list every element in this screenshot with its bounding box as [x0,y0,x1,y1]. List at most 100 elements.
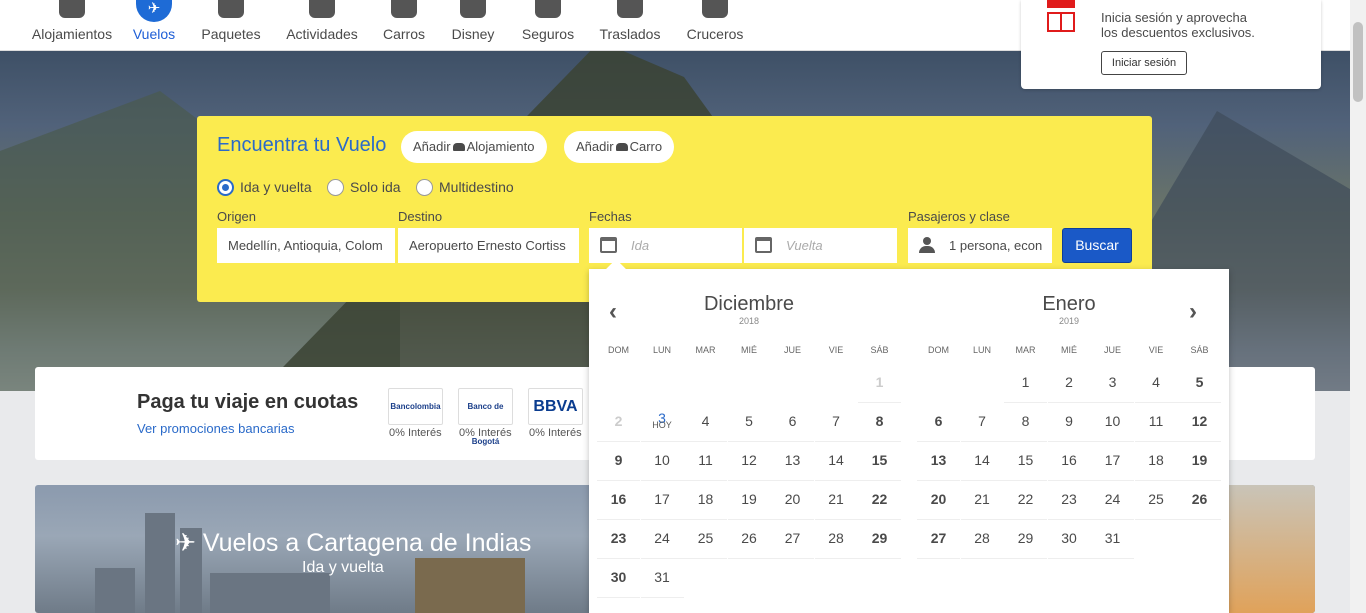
calendar-day[interactable]: 23 [1047,481,1091,520]
calendar-day[interactable]: 7 [960,403,1004,442]
search-button[interactable]: Buscar [1062,228,1132,263]
calendar-day[interactable]: 26 [1178,481,1221,520]
calendar-day[interactable]: 27 [917,520,960,559]
calendar-day[interactable]: 25 [684,520,727,559]
calendar-day[interactable]: 20 [917,481,960,520]
calendar-day[interactable]: 12 [727,442,771,481]
nav-item-alojamientos[interactable]: Alojamientos [30,0,114,51]
calendar-day[interactable]: 29 [858,520,901,559]
calendar-day[interactable]: 2 [1047,364,1091,403]
scrollbar-thumb[interactable] [1353,22,1363,102]
calendar-day[interactable]: 10 [1091,403,1134,442]
day-number: 23 [610,530,627,546]
calendar-day[interactable]: 8 [858,403,901,442]
bank-logo-bbva: BBVA [528,388,583,425]
calendar-day[interactable]: 27 [771,520,814,559]
calendar-day[interactable]: 13 [917,442,960,481]
day-number: 29 [871,530,888,546]
passengers-input[interactable]: 1 persona, econ [908,228,1052,263]
calendar-day[interactable]: 2 [597,403,640,442]
calendar-day[interactable]: 15 [1004,442,1047,481]
calendar-day[interactable]: 9 [597,442,640,481]
calendar-day[interactable]: 1 [858,364,901,403]
day-number: 16 [610,491,627,507]
calendar-day[interactable]: 17 [640,481,684,520]
calendar-day[interactable]: 20 [771,481,814,520]
calendar-day[interactable]: 19 [727,481,771,520]
weekday-header: MAR [1015,345,1036,355]
calendar-day[interactable]: 21 [814,481,858,520]
calendar-day[interactable]: 29 [1004,520,1047,559]
calendar-day[interactable]: 3 HOY [640,403,684,442]
calendar-day[interactable]: 24 [1091,481,1134,520]
calendar-day[interactable]: 10 [640,442,684,481]
calendar-day[interactable]: 25 [1134,481,1178,520]
add-car-button[interactable]: Añadir Carro [564,131,675,163]
calendar-day[interactable]: 1 [1004,364,1047,403]
calendar-day[interactable]: 24 [640,520,684,559]
calendar-day[interactable]: 21 [960,481,1004,520]
suitcase-icon [218,0,244,18]
login-promo-line1: Inicia sesión y aprovecha [1101,10,1247,25]
destination-input[interactable]: Aeropuerto Ernesto Cortiss [398,228,579,263]
calendar-day[interactable]: 12 [1178,403,1221,442]
depart-date-input[interactable]: Ida [589,228,742,263]
nav-item-seguros[interactable]: Seguros [521,0,575,51]
calendar-day[interactable]: 15 [858,442,901,481]
bank-promotions-link[interactable]: Ver promociones bancarias [137,421,295,436]
calendar-day[interactable]: 4 [1134,364,1178,403]
origin-input[interactable]: Medellín, Antioquia, Colom [217,228,395,263]
trip-type-roundtrip[interactable]: Ida y vuelta [217,178,312,196]
calendar-day[interactable]: 31 [1091,520,1134,559]
bell-hotel-icon [59,0,85,18]
nav-item-carros[interactable]: Carros [382,0,426,51]
calendar-day[interactable]: 13 [771,442,814,481]
trip-type-multidestination[interactable]: Multidestino [416,178,514,196]
day-number: 28 [828,530,844,546]
nav-item-traslados[interactable]: Traslados [599,0,661,51]
gift-icon [1047,0,1075,36]
calendar-day[interactable]: 11 [684,442,727,481]
calendar-day[interactable]: 5 [1178,364,1221,403]
calendar-day[interactable]: 11 [1134,403,1178,442]
login-button[interactable]: Iniciar sesión [1101,51,1187,75]
nav-item-cruceros[interactable]: Cruceros [686,0,744,51]
calendar-day[interactable]: 30 [1047,520,1091,559]
calendar-day[interactable]: 8 [1004,403,1047,442]
calendar-day[interactable]: 23 [597,520,640,559]
trip-type-oneway[interactable]: Solo ida [327,178,401,196]
add-hotel-prefix: Añadir [413,139,451,154]
nav-item-disney[interactable]: Disney [451,0,495,51]
month-name: Diciembre [703,293,795,315]
calendar-day[interactable]: 18 [1134,442,1178,481]
calendar-day[interactable]: 28 [960,520,1004,559]
calendar-day[interactable]: 3 [1091,364,1134,403]
nav-item-actividades[interactable]: Actividades [285,0,359,51]
calendar-day[interactable]: 26 [727,520,771,559]
ticket-icon [309,0,335,18]
calendar-day[interactable]: 17 [1091,442,1134,481]
nav-item-paquetes[interactable]: Paquetes [200,0,262,51]
calendar-day[interactable]: 6 [917,403,960,442]
today-label: HOY [652,420,672,430]
calendar-day[interactable]: 14 [814,442,858,481]
calendar-day[interactable]: 18 [684,481,727,520]
calendar-day[interactable]: 22 [858,481,901,520]
calendar-day[interactable]: 14 [960,442,1004,481]
page-scrollbar[interactable] [1350,0,1366,613]
nav-item-vuelos[interactable]: ✈ Vuelos [131,0,177,51]
add-hotel-button[interactable]: Añadir Alojamiento [401,131,547,163]
calendar-day[interactable]: 28 [814,520,858,559]
calendar-day[interactable]: 19 [1178,442,1221,481]
calendar-day[interactable]: 7 [814,403,858,442]
calendar-day[interactable]: 5 [727,403,771,442]
return-date-input[interactable]: Vuelta [744,228,897,263]
calendar-day[interactable]: 9 [1047,403,1091,442]
calendar-day[interactable]: 31 [640,559,684,598]
calendar-day[interactable]: 30 [597,559,640,598]
calendar-day[interactable]: 22 [1004,481,1047,520]
calendar-day[interactable]: 4 [684,403,727,442]
calendar-day[interactable]: 16 [597,481,640,520]
calendar-day[interactable]: 6 [771,403,814,442]
calendar-day[interactable]: 16 [1047,442,1091,481]
